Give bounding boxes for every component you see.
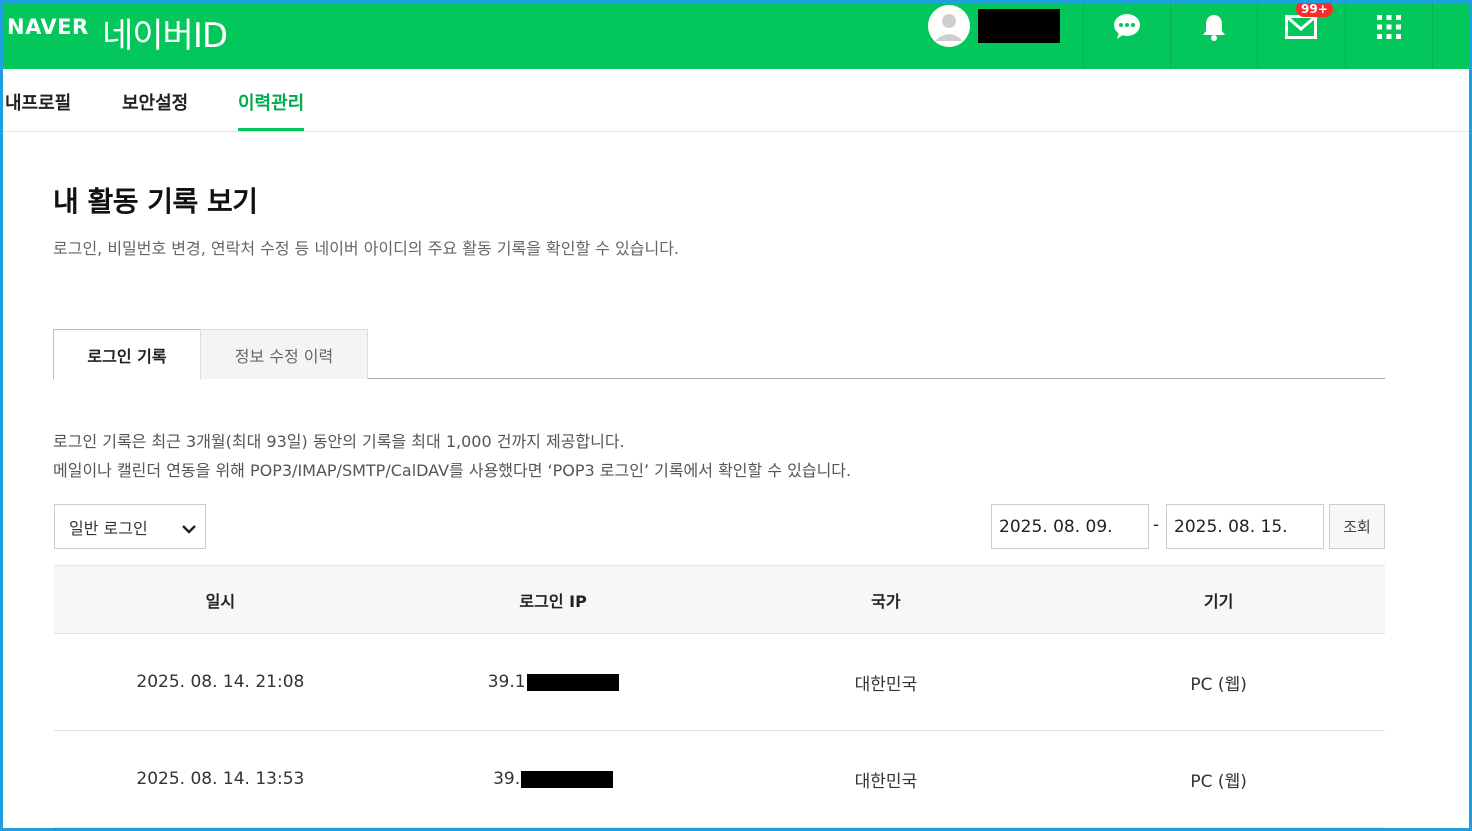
pop3-notice: 메일이나 캘린더 연동을 위해 POP3/IMAP/SMTP/CalDAV를 사…: [53, 461, 852, 480]
table-row: 2025. 08. 14. 21:08 39.1 대한민국 PC (웹): [54, 634, 1385, 731]
cell-country: 대한민국: [854, 771, 918, 792]
avatar-icon[interactable]: [928, 5, 970, 47]
tab-info-change-history[interactable]: 정보 수정 이력: [200, 329, 368, 379]
date-range-separator: -: [1153, 515, 1160, 535]
header-device: 기기: [1203, 591, 1234, 611]
bell-icon: [1201, 13, 1227, 41]
naver-logo[interactable]: NAVER: [7, 15, 89, 39]
login-history-table: 일시 로그인 IP 국가 기기 2025. 08. 14. 21:08 39.1…: [54, 565, 1385, 828]
login-type-value: 일반 로그인: [69, 518, 148, 538]
apps-button[interactable]: [1345, 0, 1432, 69]
mail-count-badge: 99+: [1296, 1, 1333, 17]
header-extra-slot: [1432, 0, 1472, 69]
tab-login-history[interactable]: 로그인 기록: [53, 329, 201, 380]
ip-redacted: [526, 673, 619, 691]
date-from-input[interactable]: 2025. 08. 09.: [991, 504, 1149, 549]
date-to-input[interactable]: 2025. 08. 15.: [1166, 504, 1324, 549]
header-login-ip: 로그인 IP: [519, 591, 587, 611]
chevron-down-icon: [181, 520, 197, 539]
cell-datetime: 2025. 08. 14. 21:08: [136, 672, 305, 692]
page-description: 로그인, 비밀번호 변경, 연락처 수정 등 네이버 아이디의 주요 활동 기록…: [53, 239, 680, 258]
mail-icon: [1285, 14, 1317, 39]
main-nav: 내프로필 보안설정 이력관리: [0, 69, 1472, 132]
cell-login-ip: 39.: [387, 731, 720, 827]
ip-prefix: 39.: [493, 769, 521, 789]
ip-redacted: [521, 770, 614, 788]
page-brand-title[interactable]: 네이버ID: [102, 8, 228, 57]
table-row: 2025. 08. 14. 13:53 39. 대한민국 PC (웹): [54, 731, 1385, 828]
table-header: 일시 로그인 IP 국가 기기: [54, 565, 1385, 634]
history-tabs: 로그인 기록 정보 수정 이력: [53, 329, 1385, 380]
cell-country: 대한민국: [854, 674, 918, 695]
cell-datetime: 2025. 08. 14. 13:53: [136, 769, 305, 789]
top-header: NAVER 네이버ID 99+: [0, 0, 1472, 69]
user-name-redacted[interactable]: [978, 9, 1060, 43]
nav-my-profile[interactable]: 내프로필: [5, 89, 71, 131]
apps-grid-icon: [1376, 14, 1402, 40]
nav-security-settings[interactable]: 보안설정: [122, 89, 188, 131]
header-country: 국가: [871, 591, 901, 611]
search-button[interactable]: 조회: [1329, 504, 1385, 549]
cell-device: PC (웹): [1190, 674, 1247, 695]
login-type-select[interactable]: 일반 로그인: [54, 504, 206, 549]
login-history-notice: 로그인 기록은 최근 3개월(최대 93일) 동안의 기록을 최대 1,000 …: [53, 432, 625, 451]
header-datetime: 일시: [205, 591, 236, 611]
page-title: 내 활동 기록 보기: [53, 185, 258, 218]
ip-prefix: 39.1: [487, 672, 526, 692]
cell-login-ip: 39.1: [387, 634, 720, 730]
chat-button[interactable]: [1083, 0, 1170, 69]
nav-history-management[interactable]: 이력관리: [238, 89, 305, 131]
cell-device: PC (웹): [1190, 771, 1247, 792]
notification-button[interactable]: [1170, 0, 1257, 69]
chat-icon: [1112, 13, 1142, 41]
